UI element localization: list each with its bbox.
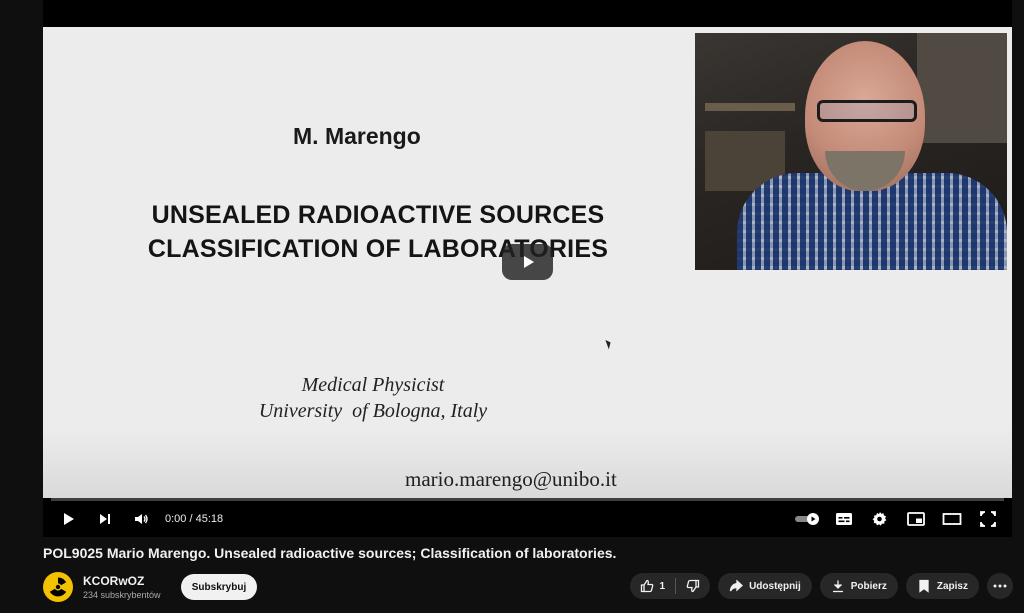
volume-button[interactable] — [123, 501, 159, 537]
theater-mode-button[interactable] — [934, 501, 970, 537]
miniplayer-button[interactable] — [898, 501, 934, 537]
slide-role-line-1: Medical Physicist — [301, 374, 445, 396]
video-player[interactable]: M. Marengo UNSEALED RADIOACTIVE SOURCES … — [43, 0, 1012, 537]
large-play-button[interactable] — [502, 244, 553, 280]
save-button[interactable]: Zapisz — [905, 573, 979, 599]
share-icon — [729, 579, 744, 592]
slide-title-line-2: CLASSIFICATION OF LABORATORIES — [147, 235, 609, 263]
slide-email: mario.marengo@unibo.it — [405, 467, 617, 491]
download-label: Pobierz — [850, 580, 887, 592]
time-display: 0:00 / 45:18 — [165, 513, 223, 525]
like-button[interactable]: 1 — [630, 573, 676, 599]
fullscreen-button[interactable] — [970, 501, 1006, 537]
like-dislike-group: 1 — [629, 573, 711, 599]
channel-name[interactable]: KCORwOZ — [83, 574, 144, 588]
fullscreen-icon — [980, 511, 996, 527]
right-controls — [790, 501, 1012, 537]
channel-row: KCORwOZ 234 subskrybentów Subskrybuj 1 U… — [43, 572, 1013, 604]
share-button[interactable]: Udostępnij — [718, 573, 812, 599]
play-icon — [64, 513, 74, 525]
download-icon — [832, 580, 843, 593]
more-options-button[interactable] — [987, 573, 1013, 599]
like-count: 1 — [659, 580, 666, 592]
player-controls: 0:00 / 45:18 — [43, 501, 1012, 537]
subtitles-icon — [836, 513, 852, 525]
page: M. Marengo UNSEALED RADIOACTIVE SOURCES … — [0, 0, 1024, 613]
bookmark-icon — [919, 579, 929, 593]
channel-avatar[interactable] — [43, 572, 73, 602]
webcam-feed — [695, 33, 1007, 270]
slide-title-line-1: UNSEALED RADIOACTIVE SOURCES — [151, 201, 605, 229]
radiation-icon — [49, 577, 67, 597]
save-label: Zapisz — [936, 580, 968, 592]
download-button[interactable]: Pobierz — [819, 573, 898, 599]
time-separator: / — [186, 513, 196, 525]
skip-next-icon — [100, 514, 110, 524]
theater-icon — [942, 513, 962, 525]
play-button[interactable] — [51, 501, 87, 537]
duration: 45:18 — [195, 513, 224, 525]
play-icon — [523, 256, 534, 268]
thumbs-down-icon — [686, 579, 700, 593]
slide-title: UNSEALED RADIOACTIVE SOURCES CLASSIFICAT… — [98, 198, 658, 266]
slide-role-line-2: University of Bologna, Italy — [258, 400, 488, 422]
action-bar: 1 Udostępnij Pobierz Zapisz — [629, 572, 1013, 600]
volume-icon — [135, 514, 148, 524]
thumbs-up-icon — [640, 579, 653, 593]
autoplay-toggle[interactable] — [790, 501, 826, 537]
share-label: Udostępnij — [749, 580, 801, 592]
autoplay-toggle-icon — [795, 513, 819, 525]
current-time: 0:00 — [165, 513, 187, 525]
subtitles-button[interactable] — [826, 501, 862, 537]
mouse-cursor-icon — [605, 338, 613, 350]
gear-icon — [872, 512, 887, 526]
settings-button[interactable] — [862, 501, 898, 537]
dislike-button[interactable] — [676, 573, 710, 599]
subscribe-button[interactable]: Subskrybuj — [181, 574, 257, 600]
slide-author: M. Marengo — [293, 123, 421, 149]
more-horizontal-icon — [993, 584, 1007, 588]
next-button[interactable] — [87, 501, 123, 537]
miniplayer-icon — [907, 512, 925, 526]
subscriber-count: 234 subskrybentów — [83, 590, 161, 600]
slide-role: Medical Physicist University of Bologna,… — [243, 372, 503, 424]
video-title: POL9025 Mario Marengo. Unsealed radioact… — [43, 545, 617, 561]
